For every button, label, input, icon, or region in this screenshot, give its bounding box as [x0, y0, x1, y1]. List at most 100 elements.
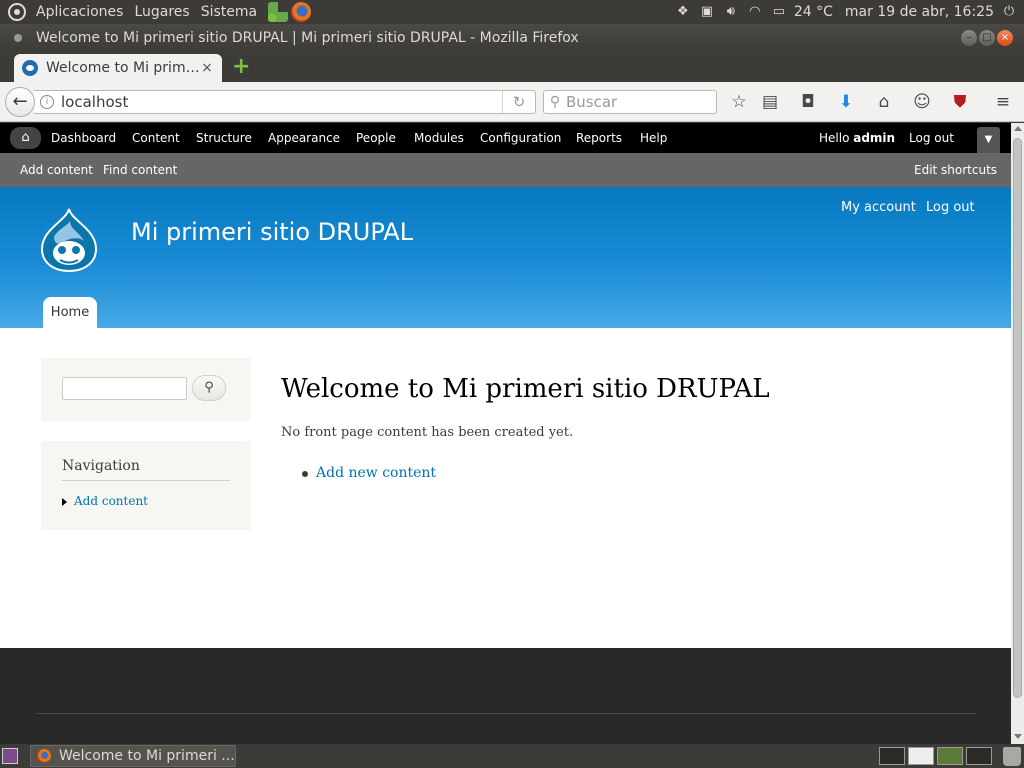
feed-launcher-icon[interactable] [268, 2, 289, 22]
firefox-launcher-icon[interactable] [291, 2, 312, 22]
username[interactable]: admin [853, 131, 895, 145]
navigation-block: Navigation Add content [41, 441, 251, 530]
weather-temperature[interactable]: 24 °C [794, 4, 833, 20]
shortcuts-toggle-icon[interactable]: ▼ [977, 127, 1000, 153]
ublock-icon[interactable]: ⛊ [950, 92, 970, 112]
site-header: Mi primeri sitio DRUPAL My account Log o… [0, 187, 1011, 328]
workspace-2[interactable] [908, 747, 934, 765]
hamburger-menu-icon[interactable]: ≡ [993, 92, 1013, 112]
new-tab-button[interactable]: + [232, 56, 250, 78]
scroll-up-arrow-icon[interactable] [1014, 126, 1022, 131]
dropbox-icon[interactable]: ❖ [674, 4, 692, 20]
url-bar[interactable]: i ↻ [34, 90, 536, 114]
trash-icon[interactable] [1003, 747, 1021, 766]
shortcut-find-content[interactable]: Find content [103, 153, 177, 187]
pocket-icon[interactable]: ◘ [798, 92, 818, 112]
search-block: ⚲ [41, 358, 251, 421]
close-window-button[interactable]: × [997, 30, 1013, 46]
downloads-icon[interactable]: ⬇ [836, 92, 856, 112]
window-titlebar[interactable]: Welcome to Mi primeri sitio DRUPAL | Mi … [0, 24, 1024, 52]
minimize-button[interactable]: – [961, 30, 977, 46]
site-name[interactable]: Mi primeri sitio DRUPAL [131, 218, 413, 246]
browser-tab[interactable]: Welcome to Mi prim… × [14, 54, 222, 82]
workspace-3[interactable] [937, 747, 963, 765]
show-desktop-icon[interactable] [2, 748, 18, 764]
battery-icon[interactable]: ▭ [770, 4, 788, 20]
taskbar-firefox-item[interactable]: Welcome to Mi primeri ... [30, 745, 236, 767]
shortcuts-bar: Add content Find content Edit shortcuts [0, 153, 1011, 187]
tab-title: Welcome to Mi prim… [46, 60, 200, 76]
tab-strip: Welcome to Mi prim… × + [0, 52, 1024, 82]
volume-icon[interactable]: 🔊︎ [722, 4, 740, 20]
page-scrollbar[interactable] [1011, 123, 1024, 744]
add-new-content-link[interactable]: Add new content [316, 465, 436, 481]
nav-add-content-link[interactable]: Add content [74, 494, 148, 508]
drupal-logo[interactable] [40, 207, 98, 273]
maximize-button[interactable]: □ [979, 30, 995, 46]
search-submit-button[interactable]: ⚲ [192, 375, 226, 401]
hello-prefix: Hello [819, 131, 854, 145]
wifi-icon[interactable]: ◠ [746, 4, 764, 20]
menu-applications[interactable]: Aplicaciones [36, 4, 123, 20]
page-title: Welcome to Mi primeri sitio DRUPAL [281, 374, 770, 404]
site-footer [0, 648, 1011, 744]
display-icon[interactable]: ▣ [698, 4, 716, 20]
taskbar-item-label: Welcome to Mi primeri ... [59, 748, 235, 764]
toolbar-appearance[interactable]: Appearance [268, 123, 340, 153]
scrollbar-thumb[interactable] [1013, 138, 1022, 698]
bottom-taskbar: Welcome to Mi primeri ... [0, 744, 1024, 768]
toolbar-help[interactable]: Help [640, 123, 667, 153]
navigation-divider [62, 480, 230, 481]
toolbar-configuration[interactable]: Configuration [480, 123, 561, 153]
edit-shortcuts-link[interactable]: Edit shortcuts [914, 153, 997, 187]
search-input[interactable] [566, 93, 706, 111]
window-menu-icon[interactable] [14, 34, 22, 42]
toolbar-logout-link[interactable]: Log out [909, 123, 954, 153]
drupal-admin-toolbar: ⌂ Dashboard Content Structure Appearance… [0, 123, 1011, 153]
workspace-1[interactable] [879, 747, 905, 765]
workspace-4[interactable] [966, 747, 992, 765]
site-search-input[interactable] [62, 377, 187, 400]
menu-places[interactable]: Lugares [134, 4, 189, 20]
magnifier-icon: ⚲ [204, 380, 214, 395]
home-icon[interactable]: ⌂ [874, 92, 894, 112]
content-area: ⚲ Navigation Add content Welcome to Mi p… [0, 328, 1011, 648]
collapsed-arrow-icon [62, 498, 67, 506]
no-content-message: No front page content has been created y… [281, 425, 574, 440]
navigation-title: Navigation [62, 458, 140, 474]
clock[interactable]: mar 19 de abr, 16:25 [845, 4, 994, 20]
shortcut-add-content[interactable]: Add content [20, 153, 93, 187]
firefox-icon [37, 749, 51, 763]
search-bar[interactable]: ⚲ [543, 90, 717, 114]
bookmarks-list-icon[interactable]: ▤ [760, 92, 780, 112]
window-title: Welcome to Mi primeri sitio DRUPAL | Mi … [36, 30, 579, 46]
drupal-favicon-icon [22, 60, 38, 76]
tab-close-icon[interactable]: × [200, 60, 214, 76]
hello-chat-icon[interactable]: ☺ [912, 92, 932, 112]
navigation-toolbar: i ↻ ← ⚲ ☆ ▤ ◘ ⬇ ⌂ ☺ ⛊ ≡ [0, 82, 1024, 122]
toolbar-content[interactable]: Content [132, 123, 180, 153]
search-icon: ⚲ [549, 94, 561, 110]
toolbar-home-icon[interactable]: ⌂ [10, 127, 41, 149]
bookmark-star-icon[interactable]: ☆ [729, 92, 749, 112]
reload-icon[interactable]: ↻ [502, 91, 535, 113]
ubuntu-logo-icon[interactable] [8, 3, 26, 21]
footer-divider [36, 713, 976, 714]
list-bullet [302, 471, 308, 477]
toolbar-people[interactable]: People [356, 123, 396, 153]
url-input[interactable] [61, 93, 502, 111]
hello-user: Hello admin [819, 123, 895, 153]
menu-system[interactable]: Sistema [201, 4, 257, 20]
scroll-down-arrow-icon[interactable] [1014, 734, 1022, 739]
toolbar-structure[interactable]: Structure [196, 123, 252, 153]
power-icon[interactable]: ⏻ [1000, 4, 1018, 20]
site-info-icon[interactable]: i [40, 95, 54, 109]
back-button[interactable]: ← [5, 87, 35, 117]
my-account-link[interactable]: My account [841, 200, 916, 215]
header-logout-link[interactable]: Log out [926, 200, 975, 215]
toolbar-dashboard[interactable]: Dashboard [51, 123, 116, 153]
main-menu-home-tab[interactable]: Home [43, 297, 97, 328]
toolbar-modules[interactable]: Modules [414, 123, 464, 153]
top-panel: Aplicaciones Lugares Sistema ❖ ▣ 🔊︎ ◠ ▭ … [0, 0, 1024, 24]
toolbar-reports[interactable]: Reports [576, 123, 622, 153]
